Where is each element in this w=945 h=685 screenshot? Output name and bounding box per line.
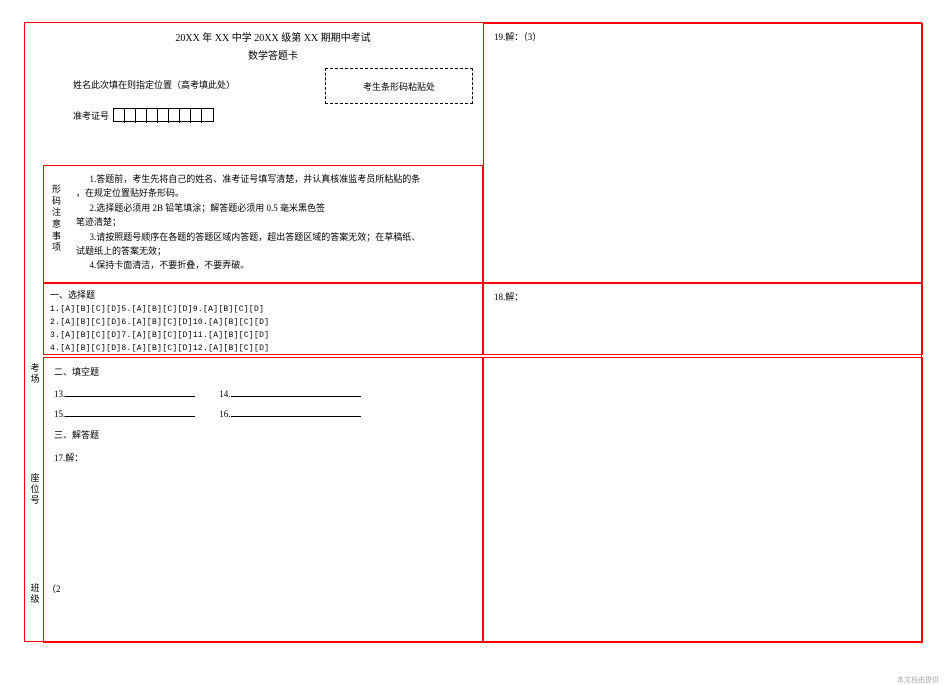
instructions-content: 1.答题前，考生先将自己的姓名、准考证号填写清楚，并认真核准监考员所粘贴的条 ，… bbox=[76, 172, 476, 273]
instr-line-1b: ，在规定位置贴好条形码。 bbox=[76, 186, 476, 200]
gutter-label-zuowei: 座位号 bbox=[29, 473, 41, 505]
instr-line-2b: 笔迹清楚； bbox=[76, 215, 476, 229]
name-instruction: 姓名此次填在则指定位置（高考填此处） bbox=[73, 68, 319, 91]
choice-row-3[interactable]: 3.[A][B][C][D]7.[A][B][C][D]11.[A][B][C]… bbox=[50, 330, 476, 343]
q14-blank[interactable] bbox=[231, 385, 361, 397]
choice-row-4[interactable]: 4.[A][B][C][D]8.[A][B][C][D]12.[A][B][C]… bbox=[50, 343, 476, 355]
fill-row-15-16: 15. 16. bbox=[54, 405, 472, 423]
fill-row-13-14: 13. 14. bbox=[54, 385, 472, 403]
q18-label: 18.解： bbox=[494, 290, 912, 303]
q18-box: 18.解： bbox=[483, 283, 923, 355]
q17-label: 17.解： bbox=[54, 450, 472, 467]
gutter-label-kaochang: 考场 bbox=[29, 363, 41, 385]
sheet-subtitle: 数学答题卡 bbox=[73, 47, 473, 62]
section-3-heading: 三、解答题 bbox=[54, 427, 472, 444]
q16-label: 16. bbox=[219, 409, 230, 419]
exam-id-grid[interactable] bbox=[113, 108, 214, 122]
q16-blank[interactable] bbox=[231, 405, 361, 417]
q14-label: 14. bbox=[219, 389, 230, 399]
gutter-label-banji: 班级 bbox=[29, 583, 41, 605]
sheet-header: 20XX 年 XX 中学 20XX 级第 XX 期期中考试 数学答题卡 姓名此次… bbox=[43, 23, 483, 126]
name-row: 姓名此次填在则指定位置（高考填此处） 考生条形码粘贴处 bbox=[73, 68, 473, 104]
exam-id-row: 准考证号 bbox=[73, 108, 473, 122]
q19-label: 19.解：（3） bbox=[494, 30, 912, 43]
paren-2-marker: （2 bbox=[47, 582, 61, 595]
exam-id-label: 准考证号 bbox=[73, 109, 109, 122]
q13-label: 13. bbox=[54, 389, 65, 399]
instr-line-3: 3.请按照题号顺序在各题的答题区域内答题，超出答题区域的答案无效；在草稿纸、 bbox=[76, 230, 476, 244]
barcode-paste-area: 考生条形码粘贴处 bbox=[325, 68, 473, 104]
q15-label: 15. bbox=[54, 409, 65, 419]
instr-line-4: 4.保持卡面清洁，不要折叠，不要弄破。 bbox=[76, 258, 476, 272]
right-column: 19.解：（3） 18.解： bbox=[483, 23, 923, 641]
section-2-heading: 二、填空题 bbox=[54, 364, 472, 381]
choice-row-1[interactable]: 1.[A][B][C][D]5.[A][B][C][D]9.[A][B][C][… bbox=[50, 304, 476, 317]
q19-box: 19.解：（3） bbox=[483, 23, 923, 283]
exam-title: 20XX 年 XX 中学 20XX 级第 XX 期期中考试 bbox=[73, 29, 473, 44]
right-lower-box bbox=[483, 357, 923, 643]
instr-line-1: 1.答题前，考生先将自己的姓名、准考证号填写清楚，并认真核准监考员所粘贴的条 bbox=[76, 172, 476, 186]
q13-blank[interactable] bbox=[65, 385, 195, 397]
footer-credit: 本文档由提供 bbox=[897, 675, 939, 685]
choice-row-2[interactable]: 2.[A][B][C][D]6.[A][B][C][D]10.[A][B][C]… bbox=[50, 317, 476, 330]
left-column: 20XX 年 XX 中学 20XX 级第 XX 期期中考试 数学答题卡 姓名此次… bbox=[43, 23, 483, 641]
q15-blank[interactable] bbox=[65, 405, 195, 417]
instructions-box: 形码注意事项 1.答题前，考生先将自己的姓名、准考证号填写清楚，并认真核准监考员… bbox=[43, 165, 483, 283]
fill-and-answer-box: 二、填空题 13. 14. 15. 16. 三、解答题 17.解： bbox=[43, 357, 483, 643]
instructions-side-label: 形码注意事项 bbox=[52, 184, 64, 254]
instr-line-2: 2.选择题必须用 2B 铅笔填涂；解答题必须用 0.5 毫米黑色签 bbox=[76, 201, 476, 215]
answer-sheet-page: 考场 座位号 班级 20XX 年 XX 中学 20XX 级第 XX 期期中考试 … bbox=[24, 22, 922, 642]
section-1-heading: 一、选择题 bbox=[50, 288, 476, 302]
instr-line-3b: 试题纸上的答案无效； bbox=[76, 244, 476, 258]
multiple-choice-box: 一、选择题 1.[A][B][C][D]5.[A][B][C][D]9.[A][… bbox=[43, 283, 483, 355]
